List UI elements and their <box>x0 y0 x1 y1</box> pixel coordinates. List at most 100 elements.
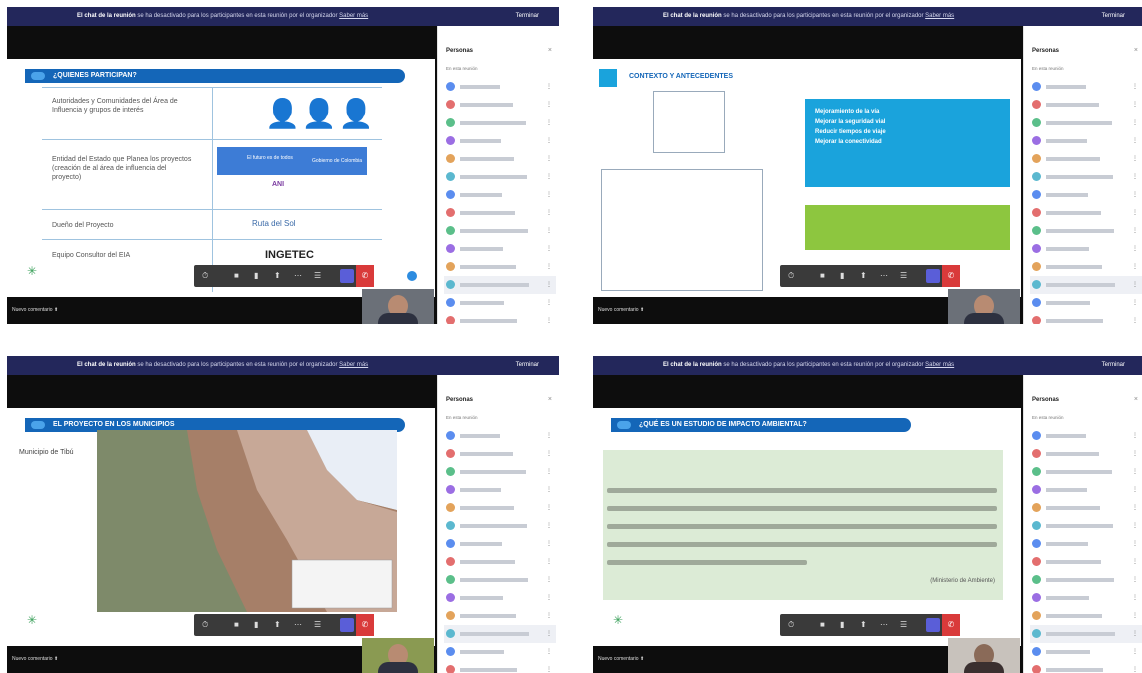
more-options-icon[interactable]: ⋮ <box>1132 137 1138 144</box>
more-options-icon[interactable]: ⋮ <box>546 522 552 529</box>
more-options-icon[interactable]: ⋮ <box>546 209 552 216</box>
chat-icon[interactable] <box>926 618 940 632</box>
more-icon[interactable]: ⋯ <box>294 271 302 281</box>
more-options-icon[interactable]: ⋮ <box>546 648 552 655</box>
more-options-icon[interactable]: ⋮ <box>546 432 552 439</box>
people-icon[interactable]: ☰ <box>900 620 907 630</box>
participant-item[interactable]: ⋮ <box>1030 517 1142 535</box>
more-options-icon[interactable]: ⋮ <box>546 594 552 601</box>
participant-item[interactable]: ⋮ <box>444 499 556 517</box>
participant-item[interactable]: ⋮ <box>1030 553 1142 571</box>
participant-item[interactable]: ⋮ <box>444 445 556 463</box>
chat-icon[interactable] <box>340 269 354 283</box>
participant-item[interactable]: ⋮ <box>1030 427 1142 445</box>
participant-item[interactable]: ⋮ <box>1030 132 1142 150</box>
hang-up-button[interactable]: ✆ <box>356 265 374 287</box>
hang-up-button[interactable]: ✆ <box>356 614 374 636</box>
participant-item[interactable]: ⋮ <box>444 276 556 294</box>
participant-item[interactable]: ⋮ <box>1030 168 1142 186</box>
more-options-icon[interactable]: ⋮ <box>1132 263 1138 270</box>
more-options-icon[interactable]: ⋮ <box>546 119 552 126</box>
more-options-icon[interactable]: ⋮ <box>1132 468 1138 475</box>
camera-icon[interactable]: ■ <box>234 620 239 630</box>
more-options-icon[interactable]: ⋮ <box>546 299 552 306</box>
camera-icon[interactable]: ■ <box>234 271 239 281</box>
participant-item[interactable]: ⋮ <box>1030 258 1142 276</box>
participant-item[interactable]: ⋮ <box>1030 481 1142 499</box>
participant-item[interactable]: ⋮ <box>444 240 556 258</box>
more-options-icon[interactable]: ⋮ <box>1132 101 1138 108</box>
participant-item[interactable]: ⋮ <box>1030 661 1142 673</box>
participant-item[interactable]: ⋮ <box>1030 499 1142 517</box>
more-options-icon[interactable]: ⋮ <box>546 191 552 198</box>
share-icon[interactable]: ⬆ <box>274 620 281 630</box>
participant-item[interactable]: ⋮ <box>444 312 556 324</box>
more-options-icon[interactable]: ⋮ <box>1132 540 1138 547</box>
more-options-icon[interactable]: ⋮ <box>1132 299 1138 306</box>
more-options-icon[interactable]: ⋮ <box>1132 245 1138 252</box>
participant-item[interactable]: ⋮ <box>444 463 556 481</box>
more-options-icon[interactable]: ⋮ <box>1132 209 1138 216</box>
participant-item[interactable]: ⋮ <box>444 553 556 571</box>
participant-item[interactable]: ⋮ <box>1030 535 1142 553</box>
participant-item[interactable]: ⋮ <box>444 517 556 535</box>
more-options-icon[interactable]: ⋮ <box>546 101 552 108</box>
more-options-icon[interactable]: ⋮ <box>546 317 552 324</box>
share-icon[interactable]: ⬆ <box>860 271 867 281</box>
more-options-icon[interactable]: ⋮ <box>1132 576 1138 583</box>
chat-icon[interactable] <box>926 269 940 283</box>
more-options-icon[interactable]: ⋮ <box>546 281 552 288</box>
more-options-icon[interactable]: ⋮ <box>1132 486 1138 493</box>
participant-item[interactable]: ⋮ <box>444 150 556 168</box>
participant-item[interactable]: ⋮ <box>444 607 556 625</box>
participant-item[interactable]: ⋮ <box>1030 204 1142 222</box>
participant-item[interactable]: ⋮ <box>444 222 556 240</box>
more-options-icon[interactable]: ⋮ <box>1132 648 1138 655</box>
more-options-icon[interactable]: ⋮ <box>1132 432 1138 439</box>
more-options-icon[interactable]: ⋮ <box>546 173 552 180</box>
participant-item[interactable]: ⋮ <box>444 427 556 445</box>
people-icon[interactable]: ☰ <box>314 620 321 630</box>
participant-item[interactable]: ⋮ <box>1030 463 1142 481</box>
participant-item[interactable]: ⋮ <box>444 114 556 132</box>
camera-icon[interactable]: ■ <box>820 620 825 630</box>
participant-item[interactable]: ⋮ <box>444 661 556 673</box>
more-options-icon[interactable]: ⋮ <box>1132 227 1138 234</box>
participant-item[interactable]: ⋮ <box>444 535 556 553</box>
participant-item[interactable]: ⋮ <box>444 186 556 204</box>
more-options-icon[interactable]: ⋮ <box>1132 281 1138 288</box>
share-icon[interactable]: ⬆ <box>274 271 281 281</box>
participant-item[interactable]: ⋮ <box>1030 589 1142 607</box>
participant-item[interactable]: ⋮ <box>1030 607 1142 625</box>
end-meeting-button[interactable]: Terminar <box>510 11 545 22</box>
more-options-icon[interactable]: ⋮ <box>546 486 552 493</box>
end-meeting-button[interactable]: Terminar <box>510 360 545 371</box>
participant-item[interactable]: ⋮ <box>1030 276 1142 294</box>
participant-item[interactable]: ⋮ <box>444 625 556 643</box>
more-options-icon[interactable]: ⋮ <box>1132 191 1138 198</box>
hang-up-button[interactable]: ✆ <box>942 265 960 287</box>
participant-item[interactable]: ⋮ <box>444 204 556 222</box>
participant-item[interactable]: ⋮ <box>1030 78 1142 96</box>
more-options-icon[interactable]: ⋮ <box>1132 594 1138 601</box>
mic-icon[interactable]: ▮ <box>254 271 258 281</box>
more-options-icon[interactable]: ⋮ <box>1132 612 1138 619</box>
participant-item[interactable]: ⋮ <box>1030 150 1142 168</box>
more-options-icon[interactable]: ⋮ <box>1132 155 1138 162</box>
participant-item[interactable]: ⋮ <box>1030 643 1142 661</box>
share-icon[interactable]: ⬆ <box>860 620 867 630</box>
more-options-icon[interactable]: ⋮ <box>546 83 552 90</box>
participant-item[interactable]: ⋮ <box>444 96 556 114</box>
hang-up-button[interactable]: ✆ <box>942 614 960 636</box>
more-options-icon[interactable]: ⋮ <box>546 558 552 565</box>
info-icon[interactable] <box>407 271 417 281</box>
more-options-icon[interactable]: ⋮ <box>1132 317 1138 324</box>
participant-item[interactable]: ⋮ <box>444 78 556 96</box>
mic-icon[interactable]: ▮ <box>840 271 844 281</box>
more-options-icon[interactable]: ⋮ <box>546 450 552 457</box>
more-options-icon[interactable]: ⋮ <box>546 540 552 547</box>
close-icon[interactable]: × <box>1134 396 1138 403</box>
camera-icon[interactable]: ■ <box>820 271 825 281</box>
more-options-icon[interactable]: ⋮ <box>1132 173 1138 180</box>
more-options-icon[interactable]: ⋮ <box>1132 450 1138 457</box>
